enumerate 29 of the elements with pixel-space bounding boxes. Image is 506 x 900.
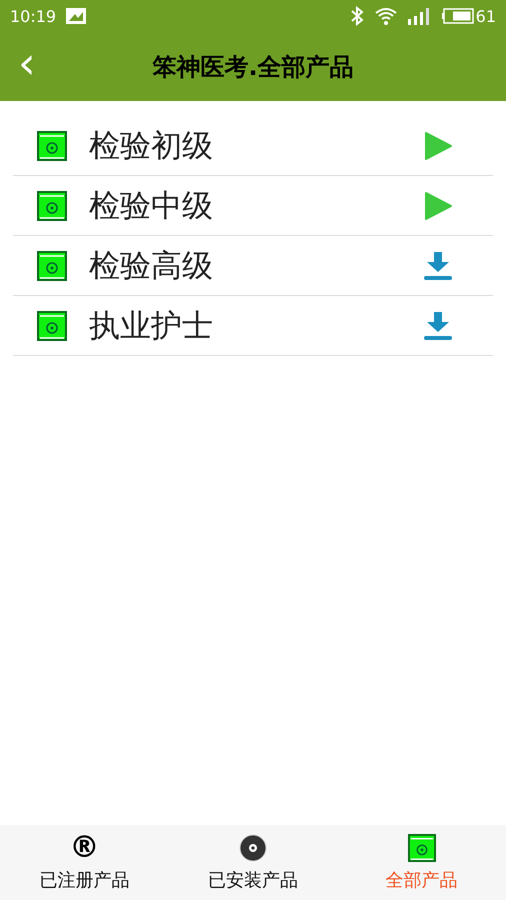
gear-icon — [239, 834, 267, 862]
book-icon — [37, 130, 67, 160]
page-title: 笨神医考.全部产品 — [152, 52, 354, 82]
image-icon — [66, 8, 86, 24]
bluetooth-icon — [350, 6, 364, 26]
book-icon — [37, 190, 67, 220]
wifi-icon — [374, 7, 398, 25]
registered-icon: ® — [70, 834, 98, 862]
download-button[interactable] — [423, 250, 453, 280]
play-icon — [423, 190, 453, 220]
play-icon — [423, 130, 453, 160]
book-icon — [37, 310, 67, 340]
battery-level: 61 — [476, 6, 496, 26]
download-icon — [423, 310, 453, 340]
signal-icon — [408, 7, 432, 25]
product-name: 检验中级 — [89, 186, 214, 226]
product-name: 检验初级 — [89, 126, 214, 166]
product-name: 检验高级 — [89, 246, 214, 286]
download-icon — [423, 250, 453, 280]
play-button[interactable] — [423, 130, 453, 160]
book-icon — [37, 250, 67, 280]
status-time: 10:19 — [10, 6, 56, 26]
product-name: 执业护士 — [89, 306, 214, 346]
book-icon — [408, 834, 436, 862]
tab[interactable]: 已安装产品 — [168, 825, 338, 900]
download-button[interactable] — [423, 310, 453, 340]
play-button[interactable] — [423, 190, 453, 220]
battery-icon — [442, 8, 474, 24]
tab[interactable]: ® 已注册产品 — [0, 825, 169, 900]
